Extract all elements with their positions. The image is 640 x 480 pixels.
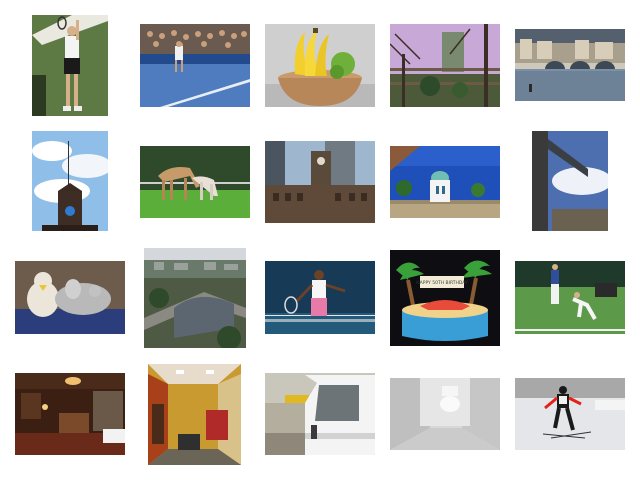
- fruit-bowl-bananas-image: [265, 24, 375, 107]
- image-grid: HAPPY 50TH BIRTHDAY: [0, 0, 640, 480]
- thumbnail-small-bathroom-toilet[interactable]: [390, 378, 500, 450]
- grass-court-tennis-image: [515, 261, 625, 334]
- thumbnail-fruit-bowl-bananas[interactable]: [265, 24, 375, 107]
- shop-interior-bicycle-image: [148, 364, 241, 465]
- thumbnail-restaurant-interior[interactable]: [15, 373, 125, 455]
- horses-grazing-field-image: [140, 146, 250, 218]
- white-truck-beach-image: [265, 373, 375, 455]
- white-domed-building-image: [390, 146, 500, 218]
- thumbnail-clock-tower-cupola-sky[interactable]: [32, 131, 108, 231]
- thumbnail-train-station-aerial[interactable]: [144, 248, 246, 348]
- river-bridge-city-image: [515, 29, 625, 101]
- thumbnail-female-tennis-player[interactable]: [265, 261, 375, 334]
- tennis-match-stadium-image: [140, 24, 250, 107]
- thumbnail-clock-tower-skyscraper[interactable]: [265, 141, 375, 223]
- thumbnail-street-sign-building[interactable]: [532, 131, 608, 231]
- thumbnail-grass-court-tennis[interactable]: [515, 261, 625, 334]
- small-bathroom-toilet-image: [390, 378, 500, 450]
- stuffed-animals-on-bed-image: [15, 261, 125, 334]
- clock-tower-skyscraper-image: [265, 141, 375, 223]
- restaurant-interior-image: [15, 373, 125, 455]
- thumbnail-tennis-player-serving[interactable]: [32, 15, 108, 116]
- street-sign-building-image: [532, 131, 608, 231]
- cross-country-skier-image: [515, 378, 625, 450]
- thumbnail-white-domed-building[interactable]: [390, 146, 500, 218]
- thumbnail-trees-and-fence[interactable]: [390, 24, 500, 107]
- clock-tower-cupola-sky-image: [32, 131, 108, 231]
- cake-sign-text: HAPPY 50TH BIRTHDAY: [416, 280, 468, 286]
- tropical-birthday-cake-image: HAPPY 50TH BIRTHDAY: [390, 250, 500, 346]
- thumbnail-tennis-match-stadium[interactable]: [140, 24, 250, 107]
- thumbnail-stuffed-animals-on-bed[interactable]: [15, 261, 125, 334]
- thumbnail-tropical-birthday-cake[interactable]: HAPPY 50TH BIRTHDAY: [390, 250, 500, 346]
- tennis-player-serving-image: [32, 15, 108, 116]
- train-station-aerial-image: [144, 248, 246, 348]
- thumbnail-shop-interior-bicycle[interactable]: [148, 364, 241, 465]
- female-tennis-player-image: [265, 261, 375, 334]
- thumbnail-horses-grazing-field[interactable]: [140, 146, 250, 218]
- thumbnail-white-truck-beach[interactable]: [265, 373, 375, 455]
- thumbnail-river-bridge-city[interactable]: [515, 29, 625, 101]
- trees-and-fence-image: [390, 24, 500, 107]
- thumbnail-cross-country-skier[interactable]: [515, 378, 625, 450]
